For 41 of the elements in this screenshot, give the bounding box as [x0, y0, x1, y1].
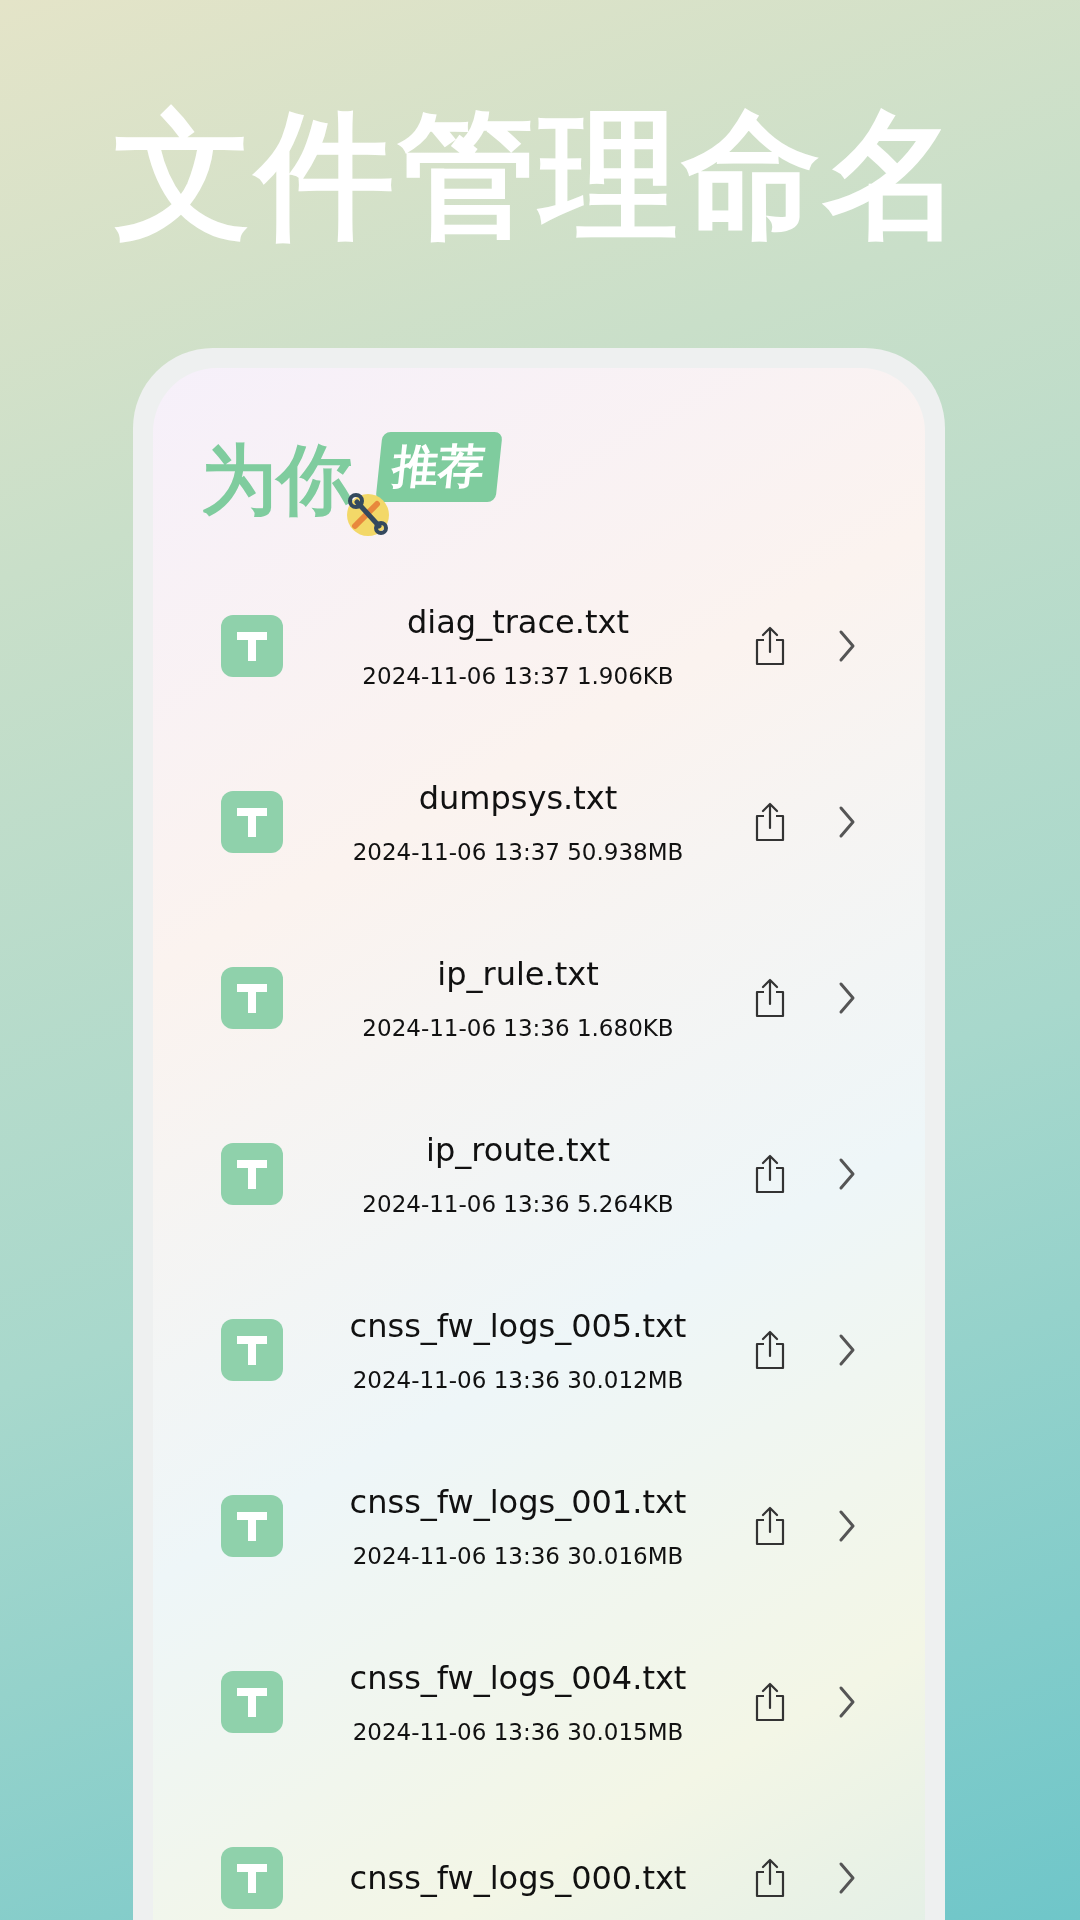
file-meta: 2024-11-06 13:37 1.906KB	[362, 662, 674, 689]
text-file-icon	[221, 1670, 283, 1733]
text-file-icon	[221, 1318, 283, 1381]
chevron-right-icon[interactable]	[837, 628, 857, 663]
share-icon[interactable]	[753, 1505, 787, 1546]
chevron-right-icon[interactable]	[837, 1508, 857, 1543]
file-name[interactable]: cnss_fw_logs_004.txt	[349, 1658, 687, 1697]
share-icon[interactable]	[753, 977, 787, 1018]
text-file-icon	[221, 1494, 283, 1557]
file-meta: 2024-11-06 13:36 30.012MB	[352, 1366, 684, 1393]
text-file-icon	[221, 966, 283, 1029]
text-file-icon	[221, 790, 283, 853]
chevron-right-icon[interactable]	[837, 1684, 857, 1719]
share-icon[interactable]	[753, 1153, 787, 1194]
section-tag: 推荐	[375, 431, 503, 502]
text-file-icon	[221, 1142, 283, 1205]
text-file-icon	[221, 614, 283, 677]
file-name[interactable]: ip_route.txt	[426, 1130, 610, 1169]
share-icon[interactable]	[753, 1681, 787, 1722]
share-icon[interactable]	[753, 1329, 787, 1370]
file-name[interactable]: diag_trace.txt	[407, 602, 629, 641]
file-name[interactable]: ip_rule.txt	[437, 954, 599, 993]
file-meta: 2024-11-06 13:36 30.016MB	[352, 1542, 684, 1569]
file-meta: 2024-11-06 13:37 50.938MB	[352, 838, 684, 865]
file-meta: 2024-11-06 13:36 30.015MB	[352, 1718, 684, 1745]
share-icon[interactable]	[753, 801, 787, 842]
file-name[interactable]: dumpsys.txt	[418, 778, 618, 817]
chevron-right-icon[interactable]	[837, 804, 857, 839]
chevron-right-icon[interactable]	[837, 1156, 857, 1191]
file-meta: 2024-11-06 13:36 5.264KB	[362, 1190, 674, 1217]
file-name[interactable]: cnss_fw_logs_001.txt	[349, 1482, 687, 1521]
file-name[interactable]: cnss_fw_logs_000.txt	[349, 1858, 687, 1897]
section-title: 为你	[201, 441, 353, 518]
share-icon[interactable]	[753, 625, 787, 666]
share-icon[interactable]	[753, 1857, 787, 1898]
text-file-icon	[221, 1846, 283, 1909]
chevron-right-icon[interactable]	[837, 1860, 857, 1895]
chevron-right-icon[interactable]	[837, 1332, 857, 1367]
file-meta: 2024-11-06 13:36 1.680KB	[362, 1014, 674, 1041]
chevron-right-icon[interactable]	[837, 980, 857, 1015]
file-name[interactable]: cnss_fw_logs_005.txt	[349, 1306, 687, 1345]
